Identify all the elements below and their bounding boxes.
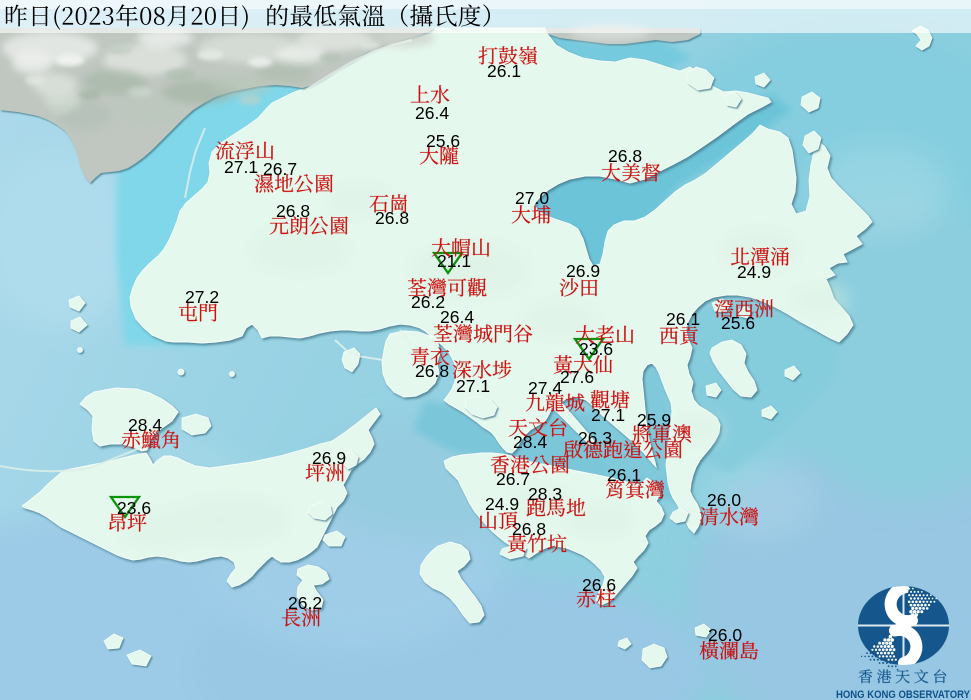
svg-text:27.1: 27.1 [591, 405, 625, 425]
svg-text:27.0: 27.0 [515, 188, 549, 208]
svg-text:25.6: 25.6 [426, 131, 460, 151]
svg-text:26.1: 26.1 [487, 61, 521, 81]
svg-text:27.1: 27.1 [456, 376, 490, 396]
svg-text:27.6: 27.6 [560, 367, 594, 387]
svg-text:26.1: 26.1 [666, 309, 700, 329]
svg-text:28.4: 28.4 [513, 432, 547, 452]
svg-text:26.7: 26.7 [496, 469, 530, 489]
svg-text:26.0: 26.0 [707, 490, 741, 510]
svg-text:25.6: 25.6 [721, 313, 755, 333]
svg-text:26.8: 26.8 [415, 361, 449, 381]
svg-text:28.4: 28.4 [128, 415, 162, 435]
svg-text:26.4: 26.4 [415, 103, 449, 123]
svg-text:24.9: 24.9 [737, 262, 771, 282]
svg-text:26.8: 26.8 [375, 208, 409, 228]
svg-text:23.6: 23.6 [117, 498, 151, 518]
svg-text:27.4: 27.4 [528, 378, 562, 398]
svg-text:26.8: 26.8 [276, 201, 310, 221]
svg-text:24.9: 24.9 [485, 494, 519, 514]
svg-text:26.2: 26.2 [288, 593, 322, 613]
svg-text:26.4: 26.4 [440, 307, 474, 327]
svg-text:26.8: 26.8 [608, 146, 642, 166]
svg-text:28.3: 28.3 [528, 484, 562, 504]
svg-text:27.2: 27.2 [185, 287, 219, 307]
svg-text:21.1: 21.1 [437, 251, 471, 271]
svg-text:26.3: 26.3 [578, 428, 612, 448]
svg-text:26.1: 26.1 [607, 465, 641, 485]
svg-text:HONG KONG OBSERVATORY: HONG KONG OBSERVATORY [836, 689, 971, 700]
svg-text:26.9: 26.9 [566, 261, 600, 281]
svg-text:27.1: 27.1 [224, 157, 258, 177]
svg-text:26.6: 26.6 [582, 575, 616, 595]
svg-text:25.9: 25.9 [637, 410, 671, 430]
svg-text:26.0: 26.0 [708, 625, 742, 645]
svg-text:26.7: 26.7 [263, 159, 297, 179]
svg-text:26.9: 26.9 [312, 448, 346, 468]
svg-text:26.8: 26.8 [512, 519, 546, 539]
